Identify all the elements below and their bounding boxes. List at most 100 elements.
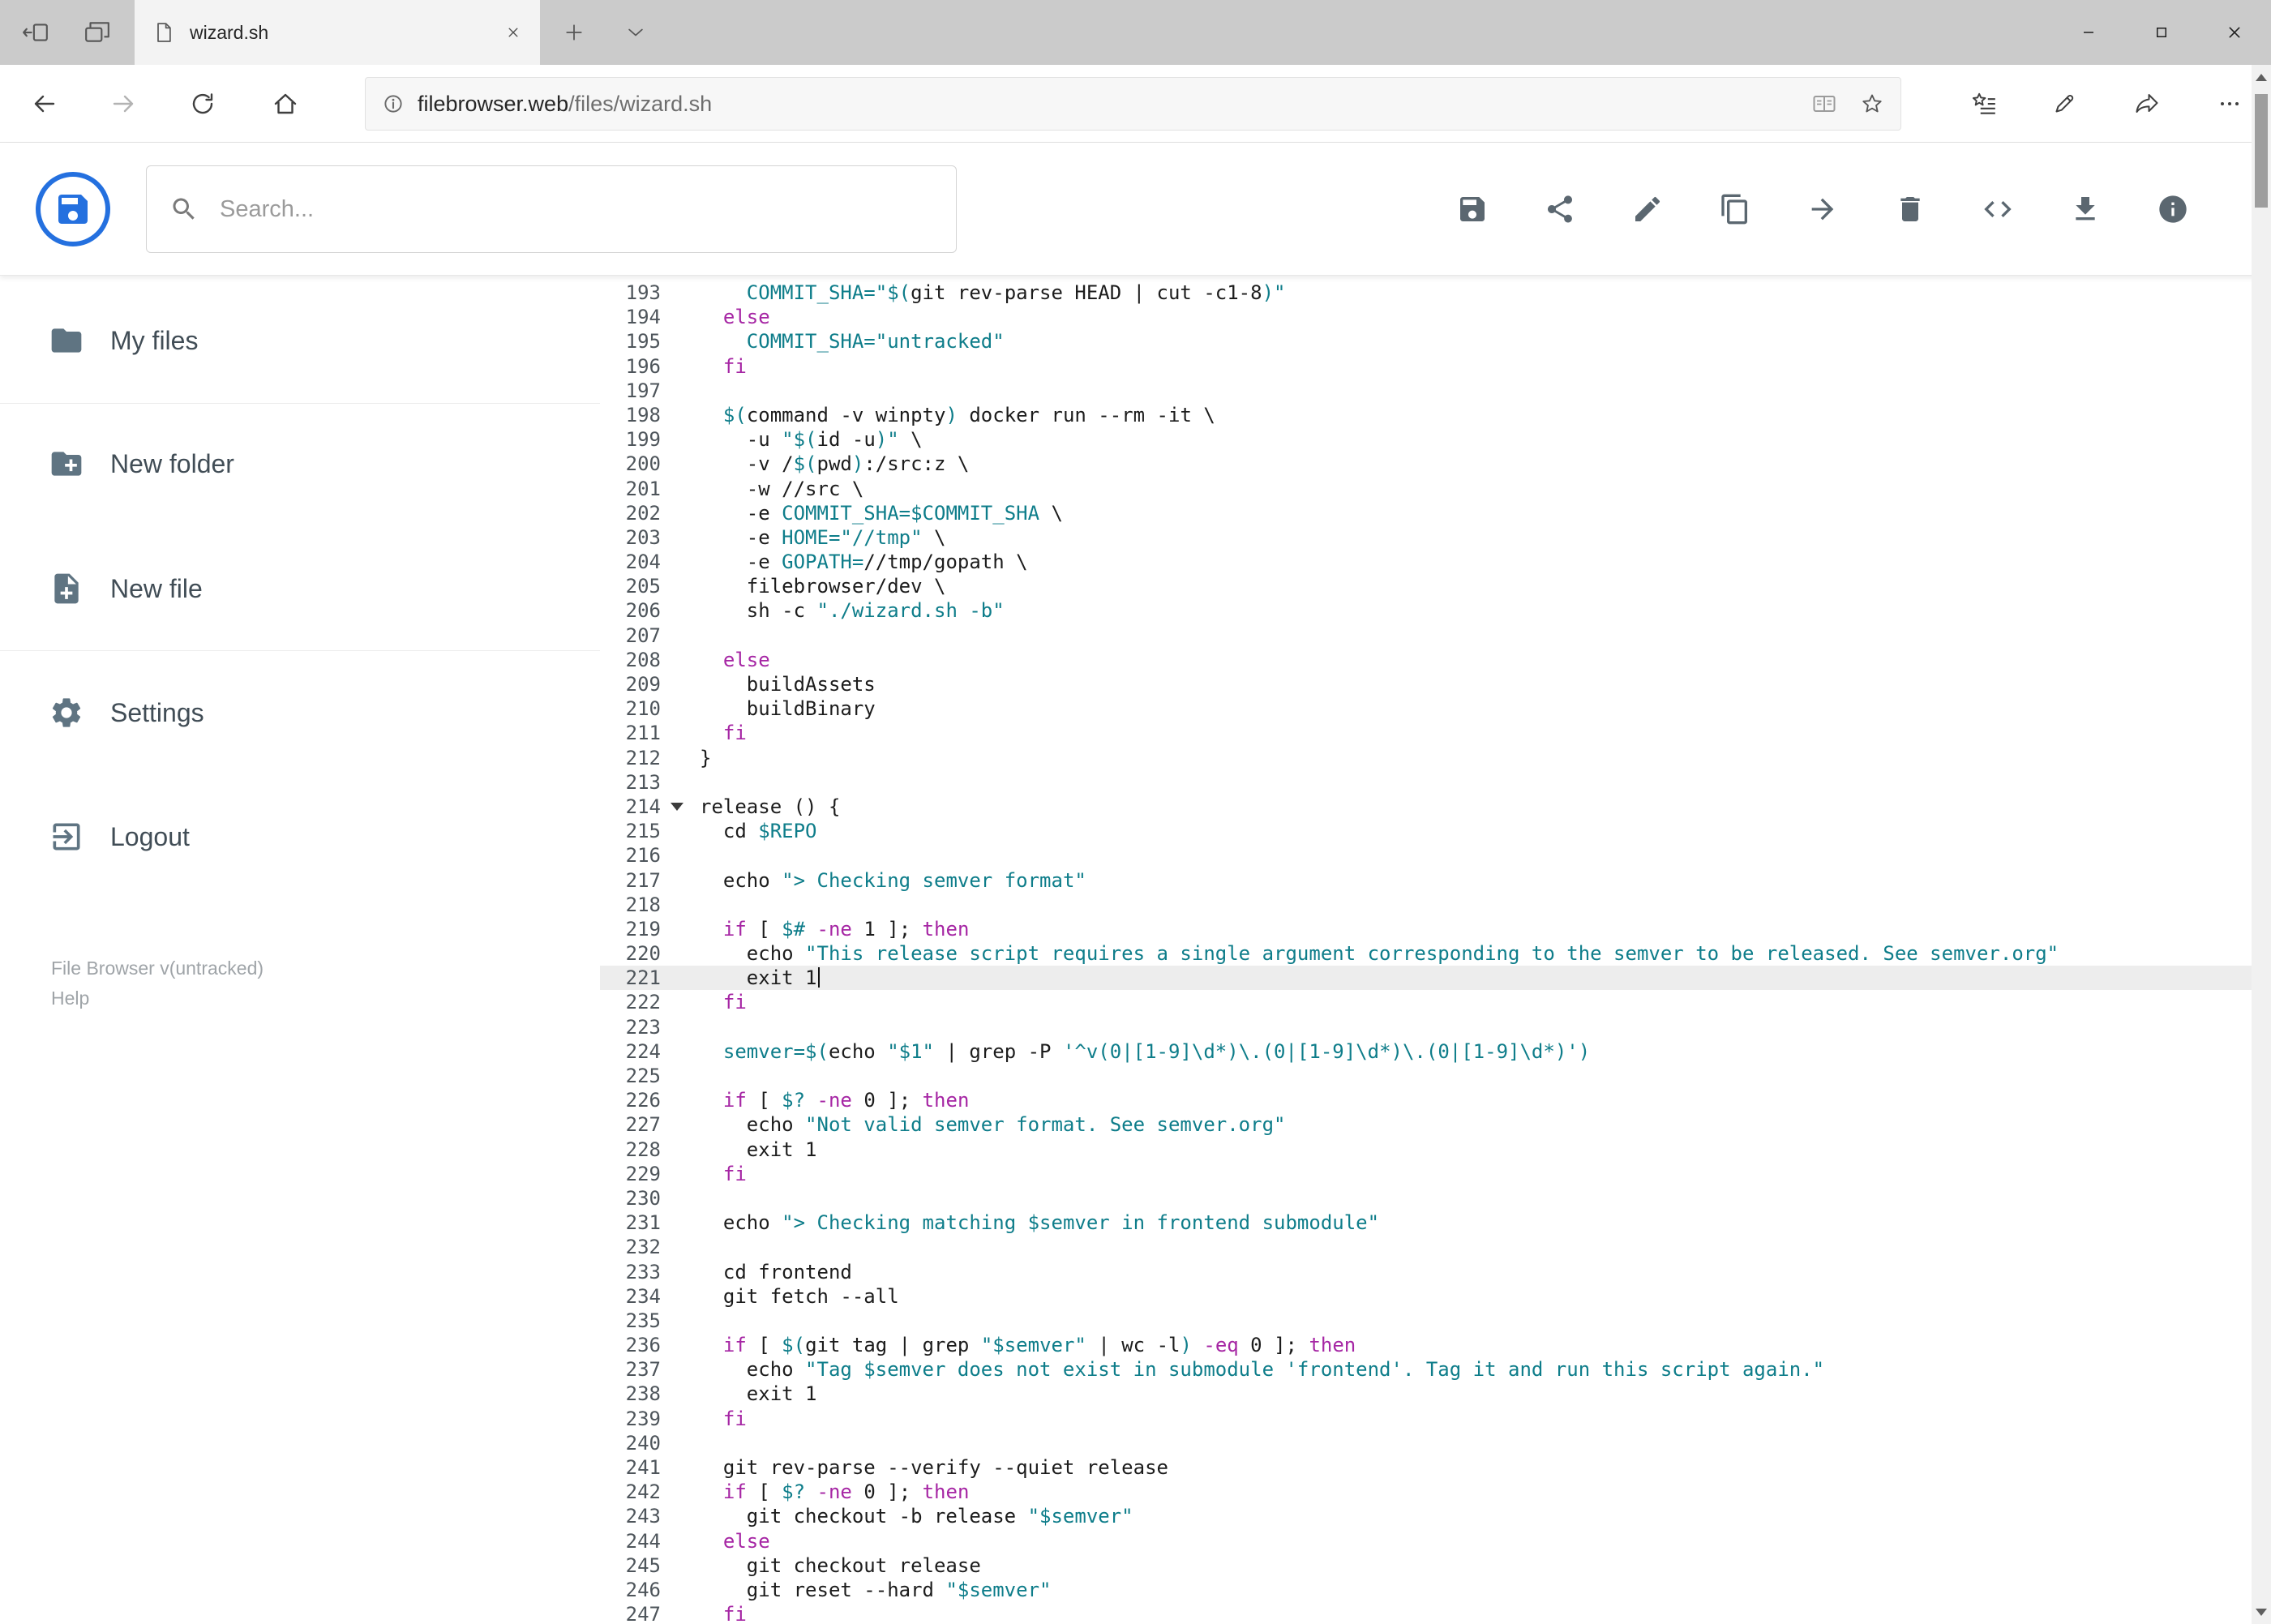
code-line-207[interactable]: 207 (600, 623, 2252, 648)
code-line-226[interactable]: 226 if [ $? -ne 0 ]; then (600, 1088, 2252, 1112)
code-line-219[interactable]: 219 if [ $# -ne 1 ]; then (600, 917, 2252, 941)
close-button[interactable] (2198, 0, 2271, 65)
save-button[interactable] (1429, 165, 1516, 253)
code-line-213[interactable]: 213 (600, 770, 2252, 795)
edit-button[interactable] (1604, 165, 1691, 253)
code-line-205[interactable]: 205 filebrowser/dev \ (600, 574, 2252, 598)
code-line-215[interactable]: 215 cd $REPO (600, 819, 2252, 843)
code-line-201[interactable]: 201 -w //src \ (600, 477, 2252, 501)
code-line-231[interactable]: 231 echo "> Checking matching $semver in… (600, 1211, 2252, 1235)
forward-button[interactable] (95, 75, 152, 132)
download-button[interactable] (2042, 165, 2129, 253)
code-line-242[interactable]: 242 if [ $? -ne 0 ]; then (600, 1480, 2252, 1504)
code-line-209[interactable]: 209 buildAssets (600, 672, 2252, 696)
tab-close-icon[interactable] (504, 24, 522, 41)
code-line-235[interactable]: 235 (600, 1309, 2252, 1333)
code-line-204[interactable]: 204 -e GOPATH=//tmp/gopath \ (600, 550, 2252, 574)
code-line-230[interactable]: 230 (600, 1186, 2252, 1211)
favorite-star-icon[interactable] (1860, 92, 1884, 116)
code-line-218[interactable]: 218 (600, 893, 2252, 917)
code-editor[interactable]: 193 COMMIT_SHA="$(git rev-parse HEAD | c… (600, 276, 2252, 1624)
scrollbar-up-arrow[interactable] (2252, 65, 2271, 89)
code-line-199[interactable]: 199 -u "$(id -u)" \ (600, 427, 2252, 452)
scrollbar-thumb[interactable] (2255, 94, 2268, 208)
site-info-icon[interactable] (382, 92, 405, 115)
code-line-203[interactable]: 203 -e HOME="//tmp" \ (600, 525, 2252, 550)
search-box[interactable] (146, 165, 957, 253)
browser-tab[interactable]: wizard.sh (135, 0, 540, 65)
code-line-244[interactable]: 244 else (600, 1529, 2252, 1553)
code-line-197[interactable]: 197 (600, 379, 2252, 403)
code-line-225[interactable]: 225 (600, 1064, 2252, 1088)
share-page-icon[interactable] (2119, 75, 2175, 132)
code-line-195[interactable]: 195 COMMIT_SHA="untracked" (600, 329, 2252, 354)
code-line-211[interactable]: 211 fi (600, 721, 2252, 745)
code-line-221[interactable]: 221 exit 1 (600, 966, 2252, 991)
code-line-236[interactable]: 236 if [ $(git tag | grep "$semver" | wc… (600, 1333, 2252, 1357)
home-button[interactable] (257, 75, 314, 132)
code-line-208[interactable]: 208 else (600, 648, 2252, 672)
address-bar[interactable]: filebrowser.web/files/wizard.sh (365, 77, 1901, 131)
code-line-240[interactable]: 240 (600, 1431, 2252, 1455)
code-line-243[interactable]: 243 git checkout -b release "$semver" (600, 1504, 2252, 1528)
sidebar-item-my-files[interactable]: My files (0, 295, 600, 386)
code-line-245[interactable]: 245 git checkout release (600, 1553, 2252, 1578)
code-line-228[interactable]: 228 exit 1 (600, 1138, 2252, 1162)
scrollbar-down-arrow[interactable] (2252, 1600, 2271, 1624)
delete-button[interactable] (1866, 165, 1954, 253)
copy-button[interactable] (1691, 165, 1779, 253)
set-tabs-aside-icon[interactable] (6, 0, 65, 65)
code-line-210[interactable]: 210 buildBinary (600, 696, 2252, 721)
code-line-238[interactable]: 238 exit 1 (600, 1382, 2252, 1406)
tabs-set-aside-icon[interactable] (68, 0, 126, 65)
code-line-227[interactable]: 227 echo "Not valid semver format. See s… (600, 1112, 2252, 1137)
code-line-247[interactable]: 247 fi (600, 1602, 2252, 1624)
fold-marker-icon[interactable] (671, 802, 683, 811)
back-button[interactable] (16, 75, 73, 132)
code-line-212[interactable]: 212} (600, 746, 2252, 770)
code-line-217[interactable]: 217 echo "> Checking semver format" (600, 868, 2252, 893)
search-input[interactable] (218, 195, 933, 224)
reading-view-icon[interactable] (1811, 91, 1837, 117)
filebrowser-logo[interactable] (36, 172, 110, 246)
code-line-223[interactable]: 223 (600, 1015, 2252, 1039)
code-line-202[interactable]: 202 -e COMMIT_SHA=$COMMIT_SHA \ (600, 501, 2252, 525)
sidebar-item-new-folder[interactable]: New folder (0, 418, 600, 509)
sidebar-item-settings[interactable]: Settings (0, 667, 600, 758)
maximize-button[interactable] (2125, 0, 2198, 65)
code-line-194[interactable]: 194 else (600, 305, 2252, 329)
code-line-224[interactable]: 224 semver=$(echo "$1" | grep -P '^v(0|[… (600, 1039, 2252, 1064)
move-button[interactable] (1779, 165, 1866, 253)
code-line-237[interactable]: 237 echo "Tag $semver does not exist in … (600, 1357, 2252, 1382)
code-line-220[interactable]: 220 echo "This release script requires a… (600, 941, 2252, 966)
code-line-239[interactable]: 239 fi (600, 1407, 2252, 1431)
code-line-196[interactable]: 196 fi (600, 354, 2252, 379)
code-line-206[interactable]: 206 sh -c "./wizard.sh -b" (600, 598, 2252, 623)
code-line-193[interactable]: 193 COMMIT_SHA="$(git rev-parse HEAD | c… (600, 281, 2252, 305)
code-line-241[interactable]: 241 git rev-parse --verify --quiet relea… (600, 1455, 2252, 1480)
code-line-216[interactable]: 216 (600, 843, 2252, 868)
new-tab-button[interactable] (545, 0, 603, 65)
sidebar-item-logout[interactable]: Logout (0, 791, 600, 882)
hub-favorites-icon[interactable] (1956, 75, 2012, 132)
minimize-button[interactable] (2052, 0, 2125, 65)
code-line-246[interactable]: 246 git reset --hard "$semver" (600, 1578, 2252, 1602)
code-line-222[interactable]: 222 fi (600, 990, 2252, 1014)
code-line-232[interactable]: 232 (600, 1235, 2252, 1259)
share-button[interactable] (1516, 165, 1604, 253)
help-link[interactable]: Help (51, 983, 264, 1013)
more-options-icon[interactable] (2201, 75, 2258, 132)
code-line-234[interactable]: 234 git fetch --all (600, 1284, 2252, 1309)
code-line-214[interactable]: 214 release () { (600, 795, 2252, 819)
code-line-198[interactable]: 198 $(command -v winpty) docker run --rm… (600, 403, 2252, 427)
code-button[interactable] (1954, 165, 2042, 253)
tab-preview-chevron[interactable] (606, 0, 665, 65)
page-scrollbar[interactable] (2252, 65, 2271, 1624)
info-button[interactable] (2129, 165, 2217, 253)
code-line-233[interactable]: 233 cd frontend (600, 1260, 2252, 1284)
web-note-pen-icon[interactable] (2036, 75, 2093, 132)
code-line-200[interactable]: 200 -v /$(pwd):/src:z \ (600, 452, 2252, 476)
sidebar-item-new-file[interactable]: New file (0, 543, 600, 634)
refresh-button[interactable] (174, 75, 231, 132)
code-line-229[interactable]: 229 fi (600, 1162, 2252, 1186)
